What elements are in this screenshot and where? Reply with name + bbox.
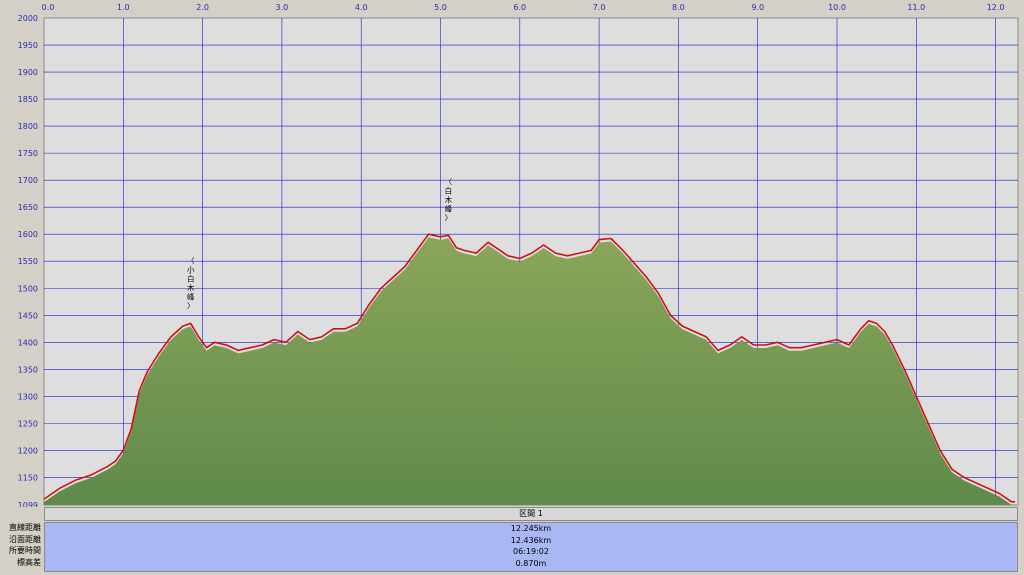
stat-label-elevation-diff: 標高差 xyxy=(17,557,41,567)
y-tick-label: 1650 xyxy=(18,203,38,212)
x-tick-label: 11.0 xyxy=(907,3,925,12)
stat-value-duration: 06:19:02 xyxy=(513,547,549,556)
y-tick-label: 1950 xyxy=(18,41,38,50)
x-tick-label: 10.0 xyxy=(828,3,846,12)
x-tick-label: 0.0 xyxy=(42,3,55,12)
stats-panel: 12.245km 12.436km 06:19:02 0.870m xyxy=(44,522,1018,572)
elevation-chart: 0.0 1.0 2.0 3.0 4.0 5.0 6.0 7.0 8.0 9.0 10.0 11.0 12… xyxy=(18,3,1019,507)
x-tick-label: 5.0 xyxy=(434,3,447,12)
section-bar: 区間 1 xyxy=(44,507,1018,521)
stat-label-duration: 所要時間 xyxy=(9,546,41,555)
x-tick-label: 7.0 xyxy=(593,3,606,12)
stat-label-straight-distance: 直線距離 xyxy=(9,523,41,532)
y-tick-label: 1500 xyxy=(18,284,38,293)
stat-label-surface-distance: 沿面距離 xyxy=(9,534,41,544)
peak-label-kojirakimine: 〈小白木峰〉 xyxy=(187,256,195,310)
stat-value-straight-distance: 12.245km xyxy=(510,524,552,533)
y-tick-label: 1450 xyxy=(18,311,38,320)
stat-value-elevation-diff: 0.870m xyxy=(515,558,547,568)
y-tick-label: 2000 xyxy=(18,14,38,23)
y-tick-label: 1850 xyxy=(18,95,38,104)
x-tick-label: 4.0 xyxy=(355,3,368,12)
y-tick-label: 1550 xyxy=(18,257,38,266)
x-tick-label: 3.0 xyxy=(276,3,289,12)
x-tick-label: 12.0 xyxy=(987,3,1005,12)
y-tick-label: 1750 xyxy=(18,149,38,158)
y-tick-label: 1099 xyxy=(18,501,38,507)
x-tick-label: 9.0 xyxy=(751,3,764,12)
y-tick-label: 1200 xyxy=(18,446,38,455)
x-tick-label: 1.0 xyxy=(117,3,130,12)
y-tick-label: 1800 xyxy=(18,122,38,131)
stats-labels: 直線距離 沿面距離 所要時間 標高差 xyxy=(0,522,43,568)
section-label: 区間 1 xyxy=(519,509,543,518)
x-tick-label: 8.0 xyxy=(672,3,685,12)
x-tick-label: 6.0 xyxy=(513,3,526,12)
y-tick-label: 1400 xyxy=(18,338,38,347)
y-tick-label: 1600 xyxy=(18,230,38,239)
y-tick-label: 1900 xyxy=(18,68,38,77)
x-tick-label: 2.0 xyxy=(196,3,209,12)
y-tick-label: 1700 xyxy=(18,176,38,185)
y-tick-label: 1150 xyxy=(18,473,38,482)
peak-label-shirakimine: 〈白木峰〉 xyxy=(445,177,453,222)
y-tick-label: 1250 xyxy=(18,419,38,428)
y-tick-label: 1300 xyxy=(18,392,38,401)
stat-value-surface-distance: 12.436km xyxy=(510,535,552,545)
y-tick-label: 1350 xyxy=(18,365,38,374)
